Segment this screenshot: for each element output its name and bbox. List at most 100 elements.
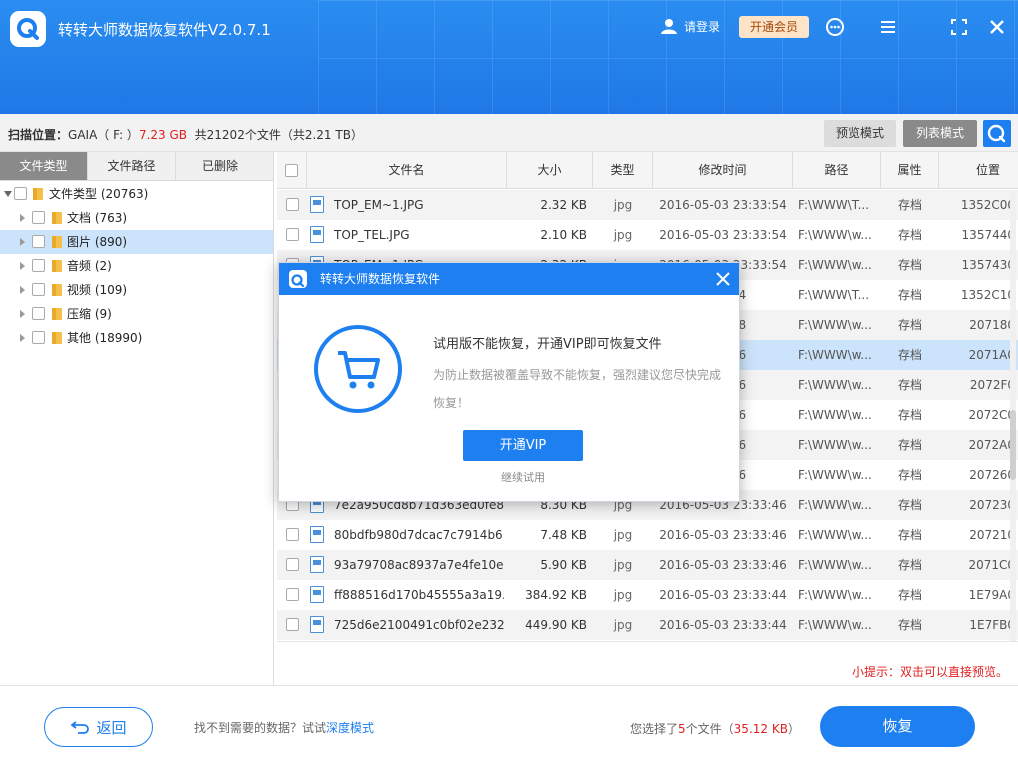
row-checkbox[interactable] <box>286 528 299 541</box>
file-attribute: 存档 <box>897 228 922 242</box>
dialog-logo-icon <box>289 270 307 288</box>
image-file-icon <box>310 556 324 573</box>
table-row[interactable]: 80bdfb980d7dcac7c7914b6... 7.48 KB jpg 2016… <box>277 520 1018 550</box>
deep-mode-link[interactable]: 深度模式 <box>326 721 374 735</box>
file-position: 207210 <box>969 528 1015 542</box>
table-row[interactable]: TOP_EM~1.JPG 2.32 KB jpg 2016-05-03 23:33:5… <box>277 190 1018 220</box>
category-tree: 文件类型 (20763) 文档 (763) 图片 (890) 音频 (2) 视频 (1… <box>0 181 273 350</box>
tree-item[interactable]: 视频 (109) <box>0 278 273 302</box>
vip-dialog: 转转大师数据恢复软件 试用版不能恢复，开通VIP即可恢复文件 为防止数据被覆盖导… <box>278 262 740 502</box>
file-type: jpg <box>613 588 633 602</box>
expand-icon[interactable] <box>20 214 25 222</box>
column-header-position[interactable]: 位置 <box>939 152 1018 189</box>
selection-count: 5 <box>678 722 686 736</box>
file-modified: 2016-05-03 23:33:46 <box>659 528 787 542</box>
tree-label: 文件类型 (20763) <box>49 187 149 201</box>
menu-icon[interactable] <box>877 16 899 38</box>
title-bar: 转转大师数据恢复软件V2.0.7.1 请登录 开通会员 <box>0 0 1018 114</box>
dialog-close-icon[interactable] <box>713 269 733 289</box>
support-icon[interactable] <box>824 16 846 38</box>
category-panel: 文件类型 文件路径 已删除 文件类型 (20763) 文档 (763) 图片 (8… <box>0 152 274 685</box>
file-name: 725d6e2100491c0bf02e232... <box>334 618 504 632</box>
file-attribute: 存档 <box>897 318 922 332</box>
row-checkbox[interactable] <box>286 198 299 211</box>
tree-item[interactable]: 其他 (18990) <box>0 326 273 350</box>
file-name: 93a79708ac8937a7e4fe10e... <box>334 558 504 572</box>
collapse-icon[interactable] <box>4 191 12 197</box>
selection-size: 35.12 KB <box>733 722 788 736</box>
column-header-attribute[interactable]: 属性 <box>881 152 939 189</box>
select-all-checkbox[interactable] <box>285 164 298 177</box>
expand-icon[interactable] <box>20 238 25 246</box>
file-position: 1E7FB0 <box>969 618 1015 632</box>
row-checkbox[interactable] <box>286 618 299 631</box>
file-position: 207230 <box>969 498 1015 512</box>
tree-item[interactable]: 文档 (763) <box>0 206 273 230</box>
file-position: 2072F0 <box>969 378 1015 392</box>
file-type: jpg <box>613 228 633 242</box>
table-row[interactable]: 725d6e2100491c0bf02e232... 449.90 KB jpg 20… <box>277 610 1018 640</box>
expand-icon[interactable] <box>20 262 25 270</box>
tab-deleted[interactable]: 已删除 <box>176 152 264 180</box>
search-button[interactable] <box>983 120 1011 147</box>
back-button[interactable]: 返回 <box>44 707 153 747</box>
list-mode-button[interactable]: 列表模式 <box>903 120 977 147</box>
shopping-cart-icon <box>314 325 402 413</box>
tree-checkbox[interactable] <box>32 235 45 248</box>
horizontal-scrollbar[interactable] <box>277 641 1018 655</box>
column-header-size[interactable]: 大小 <box>507 152 593 189</box>
tree-item[interactable]: 音频 (2) <box>0 254 273 278</box>
tree-label: 压缩 (9) <box>67 307 112 321</box>
tree-checkbox[interactable] <box>32 331 45 344</box>
row-checkbox[interactable] <box>286 228 299 241</box>
column-header-type[interactable]: 类型 <box>593 152 653 189</box>
file-count: 共21202个文件 <box>194 128 281 142</box>
column-header-name[interactable]: 文件名 <box>307 152 507 189</box>
tree-checkbox[interactable] <box>32 211 45 224</box>
open-membership-button[interactable]: 开通会员 <box>739 16 809 38</box>
tab-file-type[interactable]: 文件类型 <box>0 152 88 180</box>
row-checkbox[interactable] <box>286 588 299 601</box>
file-size: 2.32 KB <box>540 198 587 212</box>
table-row[interactable]: 93a79708ac8937a7e4fe10e... 5.90 KB jpg 2016… <box>277 550 1018 580</box>
file-path: F:\WWW\w... <box>798 558 872 572</box>
expand-icon[interactable] <box>20 334 25 342</box>
open-vip-button[interactable]: 开通VIP <box>463 430 583 461</box>
tree-checkbox[interactable] <box>32 307 45 320</box>
tree-item[interactable]: 图片 (890) <box>0 230 273 254</box>
vertical-scrollbar[interactable] <box>1010 190 1016 650</box>
tree-checkbox[interactable] <box>32 259 45 272</box>
file-modified: 2016-05-03 23:33:44 <box>659 588 787 602</box>
scrollbar-thumb[interactable] <box>1010 410 1016 480</box>
row-checkbox[interactable] <box>286 558 299 571</box>
file-path: F:\WWW\T... <box>798 288 870 302</box>
column-header-path[interactable]: 路径 <box>793 152 881 189</box>
file-position: 207260 <box>969 468 1015 482</box>
tree-checkbox[interactable] <box>32 283 45 296</box>
file-position: 2071C0 <box>968 558 1015 572</box>
expand-icon[interactable] <box>20 310 25 318</box>
expand-icon[interactable] <box>20 286 25 294</box>
file-attribute: 存档 <box>897 288 922 302</box>
table-row[interactable]: TOP_TEL.JPG 2.10 KB jpg 2016-05-03 23:33:54… <box>277 220 1018 250</box>
file-path: F:\WWW\w... <box>798 588 872 602</box>
scan-location-label: 扫描位置： <box>8 128 69 142</box>
category-tabs: 文件类型 文件路径 已删除 <box>0 152 273 181</box>
scan-toolbar: 扫描位置：GAIA（ F: ）7.23 GB 共21202个文件（共2.21 T… <box>0 114 1018 152</box>
tree-root[interactable]: 文件类型 (20763) <box>0 182 273 206</box>
tree-item[interactable]: 压缩 (9) <box>0 302 273 326</box>
recover-button[interactable]: 恢复 <box>820 706 975 747</box>
tree-label: 其他 (18990) <box>67 331 143 345</box>
table-row[interactable]: ff888516d170b45555a3a19... 384.92 KB jpg 20… <box>277 580 1018 610</box>
continue-trial-link[interactable]: 继续试用 <box>463 469 583 485</box>
column-header-modified[interactable]: 修改时间 <box>653 152 793 189</box>
file-path: F:\WWW\w... <box>798 498 872 512</box>
login-link[interactable]: 请登录 <box>660 17 720 35</box>
maximize-icon[interactable] <box>948 16 970 38</box>
close-icon[interactable] <box>986 16 1008 38</box>
file-attribute: 存档 <box>897 438 922 452</box>
image-file-icon <box>310 526 324 543</box>
tree-checkbox[interactable] <box>14 187 27 200</box>
tab-file-path[interactable]: 文件路径 <box>88 152 176 180</box>
preview-mode-button[interactable]: 预览模式 <box>824 120 896 147</box>
